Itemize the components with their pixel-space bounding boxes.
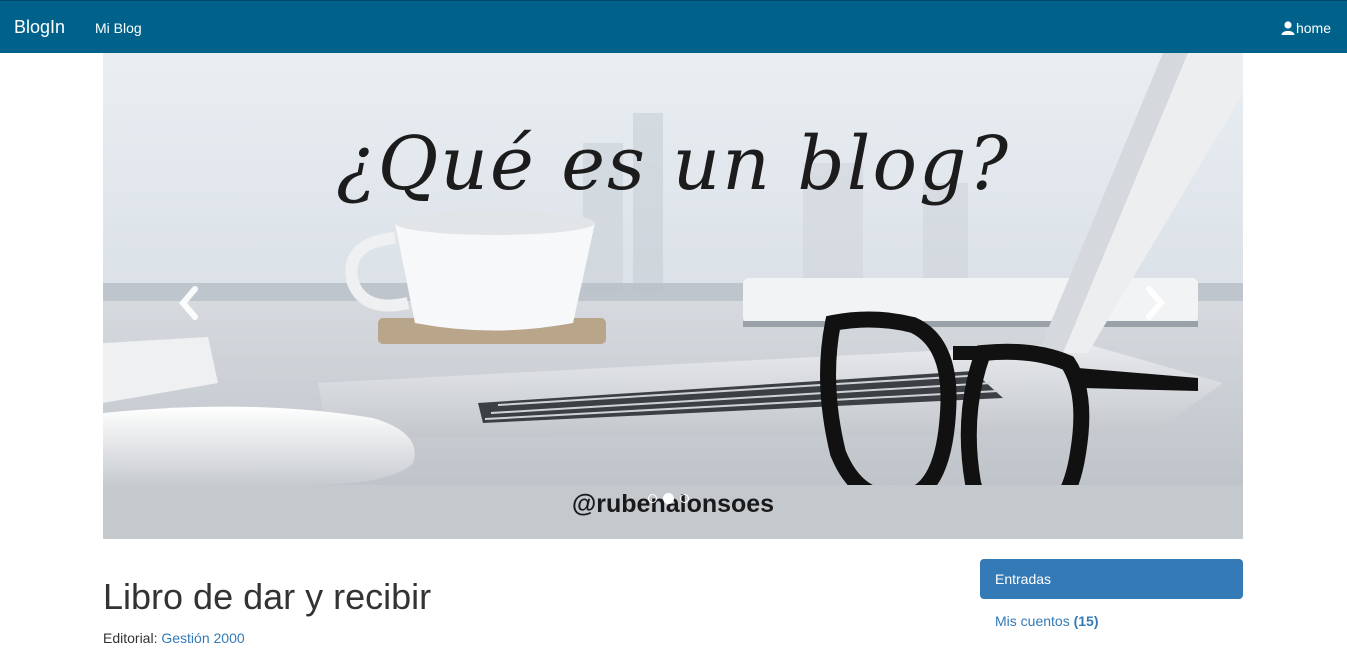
carousel-indicator-1[interactable]	[648, 494, 657, 503]
user-icon	[1281, 21, 1296, 35]
hero-carousel: ¿Qué es un blog? @rubenalonsoes	[103, 53, 1243, 539]
carousel-indicator-3[interactable]	[680, 494, 689, 503]
post-title: Libro de dar y recibir	[103, 576, 432, 617]
user-home-link[interactable]: home	[1281, 18, 1331, 38]
carousel-title: ¿Qué es un blog?	[335, 121, 1011, 207]
carousel-indicator-2[interactable]	[663, 493, 674, 504]
post-editorial: Editorial: Gestión 2000	[103, 629, 245, 647]
entries-panel-heading: Entradas	[980, 559, 1243, 599]
editorial-link[interactable]: Gestión 2000	[161, 630, 244, 646]
sidebar-item-label: Mis cuentos	[995, 613, 1070, 629]
editorial-label: Editorial:	[103, 630, 158, 646]
brand-link[interactable]: BlogIn	[14, 16, 65, 38]
user-home-label: home	[1295, 20, 1331, 36]
chevron-right-icon	[1146, 286, 1165, 320]
sidebar-item-mis-cuentos[interactable]: Mis cuentos (15)	[995, 612, 1099, 630]
carousel-prev-button[interactable]	[175, 283, 205, 323]
sidebar-item-count: (15)	[1073, 613, 1099, 629]
chevron-left-icon	[179, 286, 198, 320]
top-navbar: BlogIn Mi Blog home	[0, 0, 1347, 53]
nav-link-mi-blog[interactable]: Mi Blog	[95, 18, 142, 38]
carousel-indicators	[648, 493, 689, 504]
carousel-next-button[interactable]	[1139, 283, 1169, 323]
